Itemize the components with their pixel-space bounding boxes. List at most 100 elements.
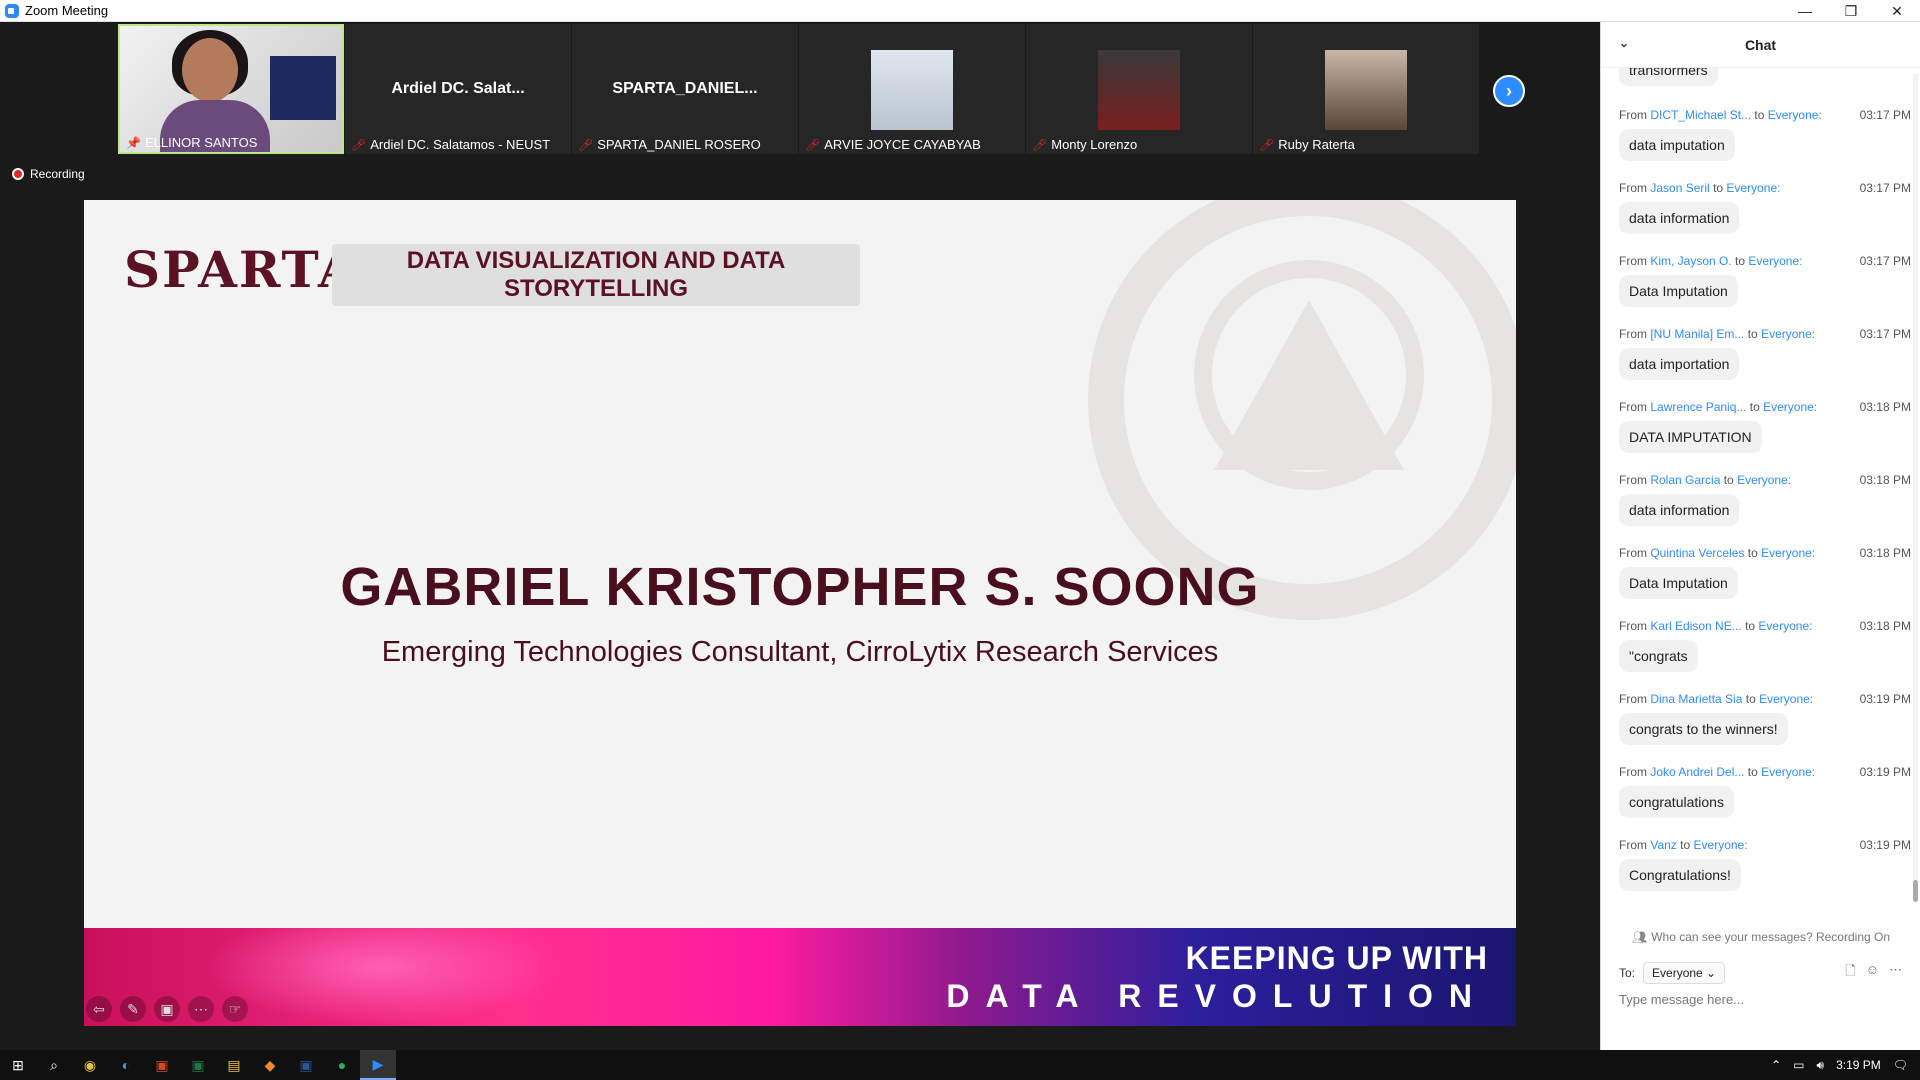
chat-bubble: data information: [1619, 202, 1740, 234]
recipient-name[interactable]: Everyone:: [1737, 473, 1791, 487]
participant-video: [120, 26, 342, 152]
banner-line-2: DATA REVOLUTION: [946, 978, 1488, 1014]
participant-tile[interactable]: 🎤︎ ARVIE JOYCE CAYABYAB: [799, 24, 1025, 154]
participant-tile[interactable]: SPARTA_DANIEL... 🎤︎ SPARTA_DANIEL ROSERO: [572, 24, 798, 154]
sparta-logo: SPARTA: [124, 240, 359, 299]
word-icon[interactable]: ▣: [288, 1050, 324, 1080]
muted-mic-icon: 🎤︎: [351, 137, 367, 152]
chrome-icon[interactable]: ◉: [72, 1050, 108, 1080]
chat-message: From Lawrence Paniq... to Everyone: 03:18…: [1619, 394, 1913, 467]
chevron-down-icon[interactable]: ⌄: [1619, 36, 1629, 50]
chat-bubble: data importation: [1619, 348, 1740, 380]
next-page-arrow-icon[interactable]: ›: [1493, 75, 1525, 107]
message-meta: From Jason Seril to Everyone: 03:17 PM: [1619, 181, 1911, 195]
emoji-icon[interactable]: ☺: [1866, 962, 1879, 984]
recipient-name[interactable]: Everyone:: [1768, 108, 1822, 122]
windows-taskbar: ⊞ ⌕ ◉ ◐ ▣ ▣ ▤ ◆ ▣ ● ▶ ⌃ ▭ 🔊︎ 3:19 PM 🗨: [0, 1050, 1920, 1080]
banner-line-1: KEEPING UP WITH: [1185, 940, 1488, 976]
excel-icon[interactable]: ▣: [180, 1050, 216, 1080]
more-options-icon[interactable]: ⋯: [1889, 962, 1902, 984]
minimize-button[interactable]: —: [1782, 0, 1828, 22]
recording-indicator[interactable]: Recording: [12, 167, 85, 181]
zoom-taskbar-icon[interactable]: ▶: [360, 1050, 396, 1080]
recipient-name[interactable]: Everyone:: [1761, 327, 1815, 341]
message-time: 03:18 PM: [1859, 546, 1911, 560]
chat-bubble: Congratulations!: [1619, 859, 1741, 891]
participant-name-tag: 🎤︎ ARVIE JOYCE CAYABYAB: [805, 137, 981, 152]
sender-name[interactable]: Lawrence Paniq...: [1650, 400, 1746, 414]
sender-name[interactable]: Vanz: [1650, 838, 1676, 852]
sender-name[interactable]: Karl Edison NE...: [1650, 619, 1741, 633]
message-meta: From DICT_Michael St... to Everyone: 03:1…: [1619, 108, 1911, 122]
spotify-icon[interactable]: ●: [324, 1050, 360, 1080]
poster-image: [270, 56, 336, 120]
participant-tile[interactable]: 🎤︎ Ruby Raterta: [1253, 24, 1479, 154]
participant-tile-active[interactable]: 📌 ELLINOR SANTOS: [118, 24, 344, 154]
participant-display-name: SPARTA_DANIEL...: [612, 80, 758, 97]
volume-icon[interactable]: 🔊︎: [1817, 1058, 1825, 1073]
chat-message: From Jason Seril to Everyone: 03:17 PM dat…: [1619, 175, 1913, 248]
sender-name[interactable]: [NU Manila] Em...: [1650, 327, 1744, 341]
chat-message: From Kim, Jayson O. to Everyone: 03:17 PM…: [1619, 248, 1913, 321]
chat-message: From DICT_Michael St... to Everyone: 03:1…: [1619, 102, 1913, 175]
message-time: 03:17 PM: [1859, 327, 1911, 341]
chat-title: Chat: [1744, 36, 1777, 53]
participant-display-name: Ardiel DC. Salat...: [391, 80, 525, 97]
sender-name[interactable]: Joko Andrei Del...: [1650, 765, 1744, 779]
sublime-icon[interactable]: ◆: [252, 1050, 288, 1080]
recipient-name[interactable]: Everyone:: [1763, 400, 1817, 414]
sender-name[interactable]: Jason Seril: [1650, 181, 1709, 195]
pen-icon[interactable]: ✎: [120, 996, 146, 1022]
message-input[interactable]: [1619, 992, 1899, 1007]
chat-message: From Joko Andrei Del... to Everyone: 03:1…: [1619, 759, 1913, 832]
chat-messages[interactable]: transformers From DICT_Michael St... to …: [1601, 68, 1913, 904]
powerpoint-icon[interactable]: ▣: [144, 1050, 180, 1080]
sender-name[interactable]: Dina Marietta Sia: [1650, 692, 1742, 706]
recipient-name[interactable]: Everyone:: [1726, 181, 1780, 195]
restore-button[interactable]: ❐: [1828, 0, 1874, 22]
notifications-icon[interactable]: 🗨: [1893, 1058, 1908, 1072]
sender-name[interactable]: Rolan Garcia: [1650, 473, 1720, 487]
participant-name-tag: 🎤︎ Ruby Raterta: [1259, 137, 1355, 152]
search-icon[interactable]: ⌕: [36, 1050, 72, 1080]
chat-bubble: data information: [1619, 494, 1740, 526]
stop-share-icon[interactable]: ▣: [154, 996, 180, 1022]
recipient-name[interactable]: Everyone:: [1759, 692, 1813, 706]
privacy-notice[interactable]: 👥︎ Who can see your messages? Recording O…: [1601, 930, 1920, 944]
network-icon[interactable]: ▭: [1793, 1058, 1804, 1072]
recipient-name[interactable]: Everyone:: [1694, 838, 1748, 852]
participant-tile[interactable]: Ardiel DC. Salat... 🎤︎ Ardiel DC. Salata…: [345, 24, 571, 154]
more-icon[interactable]: ⋯: [188, 996, 214, 1022]
muted-mic-icon: 🎤︎: [1259, 137, 1275, 152]
profile-photo: [1325, 50, 1407, 130]
chevron-up-icon[interactable]: ⌃: [1771, 1058, 1781, 1072]
chat-header: ⌄ Chat: [1601, 22, 1920, 68]
file-explorer-icon[interactable]: ▤: [216, 1050, 252, 1080]
sender-name[interactable]: DICT_Michael St...: [1650, 108, 1751, 122]
recording-dot-icon: [12, 168, 24, 180]
recipient-select[interactable]: Everyone ⌄: [1643, 962, 1726, 984]
chat-scrollbar[interactable]: [1913, 74, 1918, 902]
message-meta: From Lawrence Paniq... to Everyone: 03:18…: [1619, 400, 1911, 414]
recipient-name[interactable]: Everyone:: [1761, 546, 1815, 560]
sender-name[interactable]: Kim, Jayson O.: [1650, 254, 1731, 268]
file-icon[interactable]: 🗋: [1845, 962, 1855, 984]
chat-bubble: congrats to the winners!: [1619, 713, 1788, 745]
participant-tile[interactable]: 🎤︎ Monty Lorenzo: [1026, 24, 1252, 154]
edge-icon[interactable]: ◐: [108, 1050, 144, 1080]
shared-screen-slide: SPARTA DATA VISUALIZATION AND DATA STORY…: [84, 200, 1516, 1026]
recipient-name[interactable]: Everyone:: [1748, 254, 1802, 268]
back-arrow-icon[interactable]: ⇦: [86, 996, 112, 1022]
chat-bubble: "congrats: [1619, 640, 1698, 672]
pointer-icon[interactable]: ☞: [222, 996, 248, 1022]
clock[interactable]: 3:19 PM: [1836, 1058, 1881, 1072]
message-time: 03:18 PM: [1859, 619, 1911, 633]
close-button[interactable]: ✕: [1874, 0, 1920, 22]
recipient-row: To: Everyone ⌄: [1619, 962, 1726, 984]
recipient-name[interactable]: Everyone:: [1761, 765, 1815, 779]
muted-mic-icon: 🎤︎: [578, 137, 594, 152]
recipient-name[interactable]: Everyone:: [1758, 619, 1812, 633]
system-tray: ⌃ ▭ 🔊︎ 3:19 PM 🗨: [1771, 1050, 1920, 1080]
windows-start-icon[interactable]: ⊞: [0, 1050, 36, 1080]
sender-name[interactable]: Quintina Verceles: [1650, 546, 1744, 560]
